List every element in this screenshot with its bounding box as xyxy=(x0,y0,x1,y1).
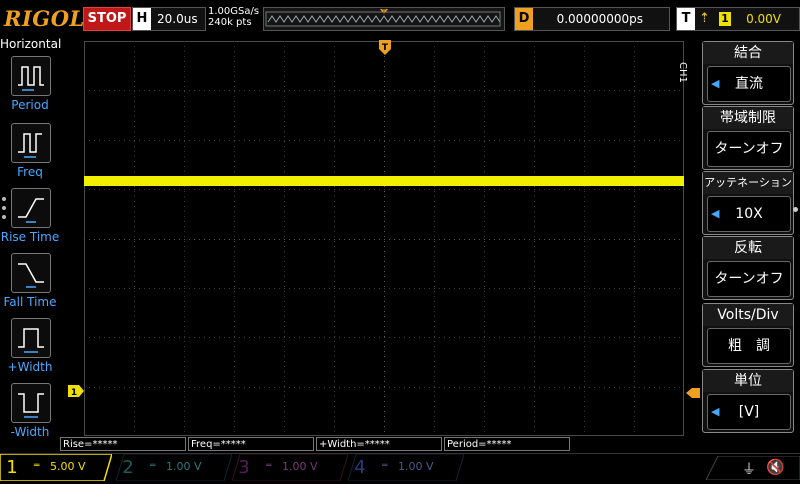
measure-frequency[interactable]: Freq xyxy=(0,123,60,187)
invert-label: 反転 xyxy=(703,237,793,259)
brand-logo: RIGOL xyxy=(4,6,85,31)
channel-1-scale: ═ 5.00 V xyxy=(34,460,86,473)
measurement-period[interactable]: Period=***** xyxy=(444,437,570,451)
measurement-rise[interactable]: Rise=***** xyxy=(60,437,186,451)
delay-box[interactable]: D 0.00000000ps xyxy=(514,7,670,31)
graticule xyxy=(84,41,684,436)
coupling-label: 結合 xyxy=(703,42,793,64)
trigger-box[interactable]: T ⇡ 1 0.00V xyxy=(676,7,800,31)
waveform-display[interactable] xyxy=(84,41,684,436)
measure-period[interactable]: Period xyxy=(0,56,60,120)
delay-label: D xyxy=(515,8,533,30)
rise-time-icon xyxy=(11,188,51,228)
delay-value: 0.00000000ps xyxy=(556,12,643,26)
trigger-position-bar[interactable]: T xyxy=(263,7,505,31)
negative-width-icon xyxy=(11,383,51,423)
sample-rate: 1.00GSa/s xyxy=(208,6,260,17)
freq-label: Freq xyxy=(17,165,43,179)
attenuation-menu[interactable]: アッテネーション ◀ 10X xyxy=(702,171,794,235)
rising-edge-icon: ⇡ xyxy=(699,11,710,26)
coupling-menu[interactable]: 結合 ◀ 直流 xyxy=(702,41,794,105)
speaker-muted-icon[interactable]: 🔇 xyxy=(766,458,785,476)
trigger-level-marker[interactable] xyxy=(686,383,700,398)
timebase-box[interactable]: H 20.0us xyxy=(132,7,206,31)
usb-icon: ⏚ xyxy=(742,462,756,478)
channel-status-bar: 1 ═ 5.00 V 2 ═ 1.00 V 3 ═ 1.00 V 4 ═ 1.00 V … xyxy=(0,453,800,481)
status-icons: ⏚ 🔇 xyxy=(705,455,800,481)
frequency-icon xyxy=(11,123,51,163)
coupling-value[interactable]: ◀ 直流 xyxy=(707,66,791,102)
period-icon xyxy=(11,56,51,96)
acquisition-info: 1.00GSa/s 240k pts xyxy=(208,6,259,28)
channel-2-status[interactable]: 2 ═ 1.00 V xyxy=(116,454,232,481)
volts-div-menu[interactable]: Volts/Div 粗 調 xyxy=(702,303,794,367)
left-arrow-icon: ◀ xyxy=(711,207,720,220)
top-status-bar: RIGOL STOP H 20.0us 1.00GSa/s 240k pts T… xyxy=(0,0,800,36)
channel-1-status[interactable]: 1 ═ 5.00 V xyxy=(0,454,112,481)
unit-value[interactable]: ◀ [V] xyxy=(707,394,791,430)
invert-value[interactable]: ターンオフ xyxy=(707,261,791,297)
menu-scroll-dot-icon[interactable] xyxy=(793,207,798,212)
measure-positive-width[interactable]: +Width xyxy=(0,318,60,382)
measurement-freq[interactable]: Freq=***** xyxy=(188,437,314,451)
left-arrow-icon: ◀ xyxy=(711,405,720,418)
channel-3-status[interactable]: 3 ═ 1.00 V xyxy=(232,454,348,481)
channel-3-number: 3 xyxy=(238,457,250,478)
left-arrow-icon: ◀ xyxy=(711,77,720,90)
attenuation-label: アッテネーション xyxy=(703,172,793,194)
invert-menu[interactable]: 反転 ターンオフ xyxy=(702,236,794,300)
channel-1-number: 1 xyxy=(6,457,18,478)
measurement-positive-width[interactable]: +Width=***** xyxy=(316,437,442,451)
horizontal-measure-panel: Horizontal Period Freq Rise Time Fall Ti… xyxy=(0,37,62,447)
measure-fall-time[interactable]: Fall Time xyxy=(0,253,60,317)
volts-div-label: Volts/Div xyxy=(703,304,793,326)
negative-width-label: -Width xyxy=(10,425,50,439)
channel-menu: 結合 ◀ 直流 帯域制限 ターンオフ アッテネーション ◀ 10X 反転 ターンオフ… xyxy=(702,41,794,436)
channel-4-scale: ═ 1.00 V xyxy=(382,460,434,473)
attenuation-value[interactable]: ◀ 10X xyxy=(707,196,791,232)
positive-width-icon xyxy=(11,318,51,358)
channel-menu-label: CH1 xyxy=(677,62,688,83)
unit-label: 単位 xyxy=(703,370,793,392)
fall-time-icon xyxy=(11,253,51,293)
run-stop-indicator[interactable]: STOP xyxy=(83,7,131,31)
measure-rise-time[interactable]: Rise Time xyxy=(0,188,60,252)
bandwidth-limit-value[interactable]: ターンオフ xyxy=(707,131,791,167)
measure-negative-width[interactable]: -Width xyxy=(0,383,60,447)
trigger-position-marker[interactable]: T xyxy=(379,40,391,56)
bandwidth-limit-label: 帯域制限 xyxy=(703,107,793,129)
memory-depth: 240k pts xyxy=(208,17,252,28)
rise-time-label: Rise Time xyxy=(0,230,60,244)
trigger-label: T xyxy=(677,8,695,30)
volts-div-value[interactable]: 粗 調 xyxy=(707,328,791,364)
channel-2-number: 2 xyxy=(122,457,134,478)
svg-text:1: 1 xyxy=(71,388,77,397)
panel-title: Horizontal xyxy=(0,37,62,51)
channel-4-number: 4 xyxy=(354,457,366,478)
svg-text:T: T xyxy=(381,9,386,16)
positive-width-label: +Width xyxy=(7,360,53,374)
horizontal-label: H xyxy=(133,8,151,30)
waveform-overview-icon: T xyxy=(265,9,501,27)
channel-4-status[interactable]: 4 ═ 1.00 V xyxy=(348,454,464,481)
trigger-source: 1 xyxy=(719,12,731,26)
timebase-value: 20.0us xyxy=(157,12,198,26)
period-label: Period xyxy=(11,98,49,112)
channel-3-scale: ═ 1.00 V xyxy=(266,460,318,473)
channel-2-scale: ═ 1.00 V xyxy=(150,460,202,473)
unit-menu[interactable]: 単位 ◀ [V] xyxy=(702,369,794,433)
bandwidth-limit-menu[interactable]: 帯域制限 ターンオフ xyxy=(702,106,794,170)
ch1-trace xyxy=(84,176,684,186)
trigger-level: 0.00V xyxy=(746,12,781,26)
svg-text:T: T xyxy=(382,43,389,53)
fall-time-label: Fall Time xyxy=(3,295,57,309)
ch1-ground-marker[interactable]: 1 xyxy=(68,382,84,398)
